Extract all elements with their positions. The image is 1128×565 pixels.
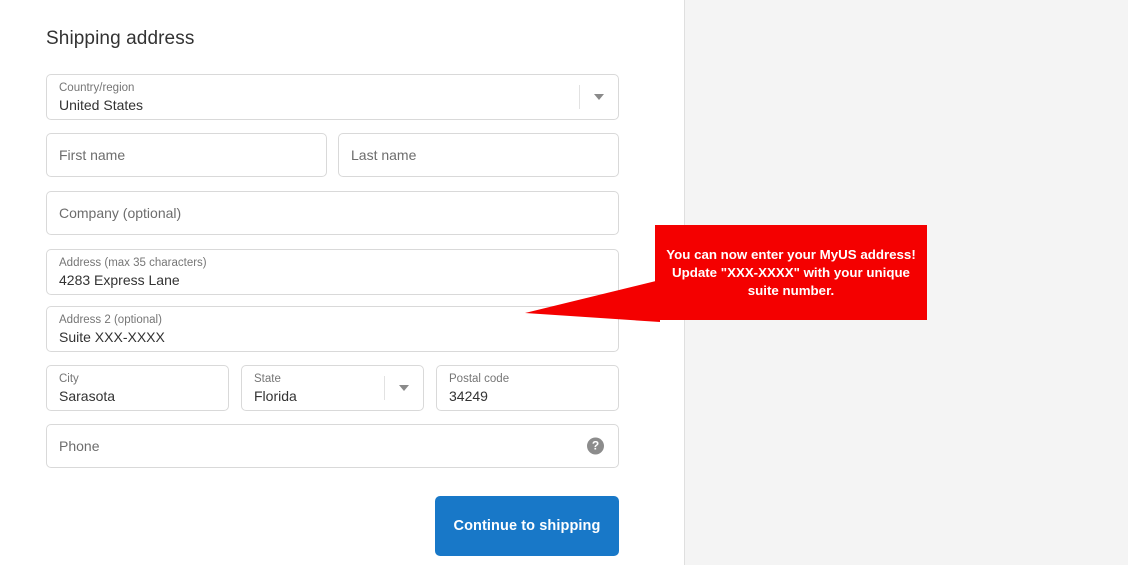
- address2-value: Suite XXX-XXXX: [59, 329, 165, 345]
- postal-code-value: 34249: [449, 388, 488, 404]
- company-input[interactable]: Company (optional): [46, 191, 619, 235]
- last-name-placeholder: Last name: [351, 147, 417, 163]
- help-circle-icon[interactable]: ?: [587, 437, 604, 455]
- address-label: Address (max 35 characters): [59, 257, 207, 269]
- state-dropdown-separator: [384, 376, 385, 400]
- city-value: Sarasota: [59, 388, 116, 404]
- checkout-page: Shipping address Country/region United S…: [0, 0, 1128, 565]
- last-name-input[interactable]: Last name: [338, 133, 619, 177]
- address2-label: Address 2 (optional): [59, 314, 162, 326]
- callout-text: You can now enter your MyUS address! Upd…: [666, 246, 916, 298]
- page-title: Shipping address: [46, 28, 195, 49]
- callout-arrow: [525, 280, 660, 322]
- callout-bubble: You can now enter your MyUS address! Upd…: [655, 225, 927, 320]
- phone-placeholder: Phone: [59, 438, 100, 454]
- chevron-down-icon[interactable]: [399, 385, 409, 391]
- chevron-down-icon[interactable]: [594, 94, 604, 100]
- first-name-input[interactable]: First name: [46, 133, 327, 177]
- address-value: 4283 Express Lane: [59, 272, 180, 288]
- company-placeholder: Company (optional): [59, 205, 182, 221]
- country-dropdown-separator: [579, 85, 580, 109]
- postal-code-input[interactable]: Postal code 34249: [436, 365, 619, 411]
- country-region-label: Country/region: [59, 82, 135, 94]
- city-input[interactable]: City Sarasota: [46, 365, 229, 411]
- state-select[interactable]: State Florida: [241, 365, 424, 411]
- country-region-select[interactable]: Country/region United States: [46, 74, 619, 120]
- country-region-value: United States: [59, 97, 144, 113]
- state-label: State: [254, 373, 281, 385]
- phone-input[interactable]: Phone ?: [46, 424, 619, 468]
- first-name-placeholder: First name: [59, 147, 126, 163]
- city-label: City: [59, 373, 79, 385]
- state-value: Florida: [254, 388, 297, 404]
- postal-code-label: Postal code: [449, 373, 510, 385]
- continue-to-shipping-button[interactable]: Continue to shipping: [435, 496, 619, 556]
